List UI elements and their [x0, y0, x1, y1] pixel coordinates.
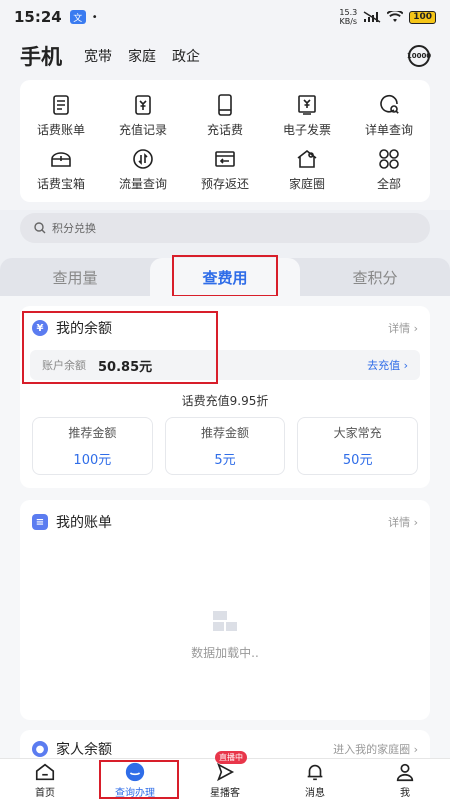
search-icon: [34, 222, 46, 234]
bill-detail-link[interactable]: 详情 ›: [388, 514, 418, 530]
recharge-options: 推荐金额 100元 推荐金额 5元 大家常充 50元: [20, 409, 430, 475]
user-icon: [396, 763, 414, 781]
header-tab-mobile[interactable]: 手机: [20, 41, 62, 71]
balance-card-header: ¥ 我的余额 详情 ›: [20, 306, 430, 350]
recharge-option-50[interactable]: 大家常充 50元: [297, 417, 419, 475]
grid-item-all[interactable]: 全部: [348, 142, 430, 196]
status-time: 15:24: [14, 8, 62, 26]
grid-item-phone-recharge[interactable]: 充话费: [184, 88, 266, 142]
bill-title: 我的账单: [56, 515, 112, 531]
service-grid: 话费账单 充值记录 充话费 电子发票 详单查询 话费宝箱 流量查询 预存返还 家…: [20, 80, 430, 202]
grid-item-treasure-box[interactable]: 话费宝箱: [20, 142, 102, 196]
bill-card: ≡ 我的账单 详情 › 数据加载中..: [20, 500, 430, 720]
grid-item-family-circle[interactable]: 家庭圈: [266, 142, 348, 196]
balance-title: 我的余额: [56, 321, 112, 337]
bottom-nav: 首页 查询办理 直播中 星播客 消息 我: [0, 751, 450, 800]
home-icon: [35, 763, 55, 780]
bill-loading: 数据加载中..: [20, 610, 430, 661]
all-icon: [379, 148, 399, 169]
account-balance-row: 账户余额 50.85元 去充值 ›: [30, 350, 420, 380]
balance-card: ¥ 我的余额 详情 › 账户余额 50.85元 去充值 › 话费充值9.95折 …: [20, 306, 430, 488]
balance-detail-link[interactable]: 详情 ›: [388, 320, 418, 336]
loading-placeholder-icon: [213, 611, 237, 631]
bill-icon: [53, 94, 69, 115]
battery-icon: 100: [409, 10, 436, 24]
grid-item-data-query[interactable]: 流量查询: [102, 142, 184, 196]
nav-query[interactable]: 查询办理: [90, 759, 180, 800]
family-circle-icon: [297, 149, 317, 168]
nav-home[interactable]: 首页: [0, 759, 90, 800]
live-badge: 直播中: [215, 751, 247, 764]
account-balance-value: 50.85元: [98, 359, 153, 375]
tab-usage[interactable]: 查用量: [0, 258, 150, 296]
data-query-icon: [133, 148, 153, 169]
nav-messages[interactable]: 消息: [270, 759, 360, 800]
account-balance-label: 账户余额: [42, 359, 86, 372]
header-tab-broadband[interactable]: 宽带: [84, 46, 112, 66]
recharge-option-100[interactable]: 推荐金额 100元: [32, 417, 153, 475]
family-circle-link[interactable]: 进入我的家庭圈 ›: [333, 741, 418, 757]
recharge-record-icon: [135, 94, 151, 115]
detail-query-icon: [380, 94, 399, 114]
invoice-icon: [298, 94, 316, 115]
phone-recharge-icon: [218, 93, 232, 116]
customer-service-icon[interactable]: 10000: [407, 45, 431, 67]
header-tab-enterprise[interactable]: 政企: [172, 46, 200, 66]
nav-star-podcast[interactable]: 直播中 星播客: [180, 751, 270, 800]
header-tab-family[interactable]: 家庭: [128, 46, 156, 66]
nav-me[interactable]: 我: [360, 759, 450, 800]
recharge-option-5[interactable]: 推荐金额 5元: [164, 417, 286, 475]
recharge-link[interactable]: 去充值 ›: [367, 357, 408, 373]
search-placeholder: 积分兑换: [52, 222, 96, 235]
header: 手机 宽带 家庭 政企 10000: [0, 34, 450, 78]
yuan-icon: ¥: [32, 320, 48, 336]
treasure-box-icon: [51, 151, 71, 167]
network-speed: 15.3 KB/s: [339, 8, 358, 26]
tab-points[interactable]: 查积分: [300, 258, 450, 296]
status-bar: 15:24 文 • 15.3 KB/s 100: [0, 0, 450, 34]
wifi-icon: [387, 11, 404, 22]
recharge-promo-title: 话费充值9.95折: [181, 394, 269, 408]
app-notification-icon: 文: [69, 10, 86, 24]
family-icon: ●: [32, 741, 48, 757]
bill-card-header: ≡ 我的账单 详情 ›: [20, 500, 430, 544]
query-tabs: 查用量 查费用 查积分: [0, 258, 450, 296]
bell-icon: [307, 764, 323, 780]
grid-item-detail-query[interactable]: 详单查询: [348, 88, 430, 142]
bill-card-icon: ≡: [32, 514, 48, 530]
status-right: 15.3 KB/s 100: [339, 8, 436, 26]
grid-item-invoice[interactable]: 电子发票: [266, 88, 348, 142]
points-search-bar[interactable]: 积分兑换: [20, 213, 430, 243]
status-dot: •: [91, 11, 98, 23]
grid-item-bill[interactable]: 话费账单: [20, 88, 102, 142]
loading-text: 数据加载中..: [191, 646, 259, 660]
grid-item-recharge-record[interactable]: 充值记录: [102, 88, 184, 142]
prepay-return-icon: [215, 150, 235, 167]
signal-icon: [363, 11, 381, 23]
tab-fees[interactable]: 查费用: [150, 258, 300, 296]
family-title: 家人余额: [56, 742, 112, 758]
grid-item-prepay-return[interactable]: 预存返还: [184, 142, 266, 196]
query-chat-icon: [125, 762, 145, 781]
